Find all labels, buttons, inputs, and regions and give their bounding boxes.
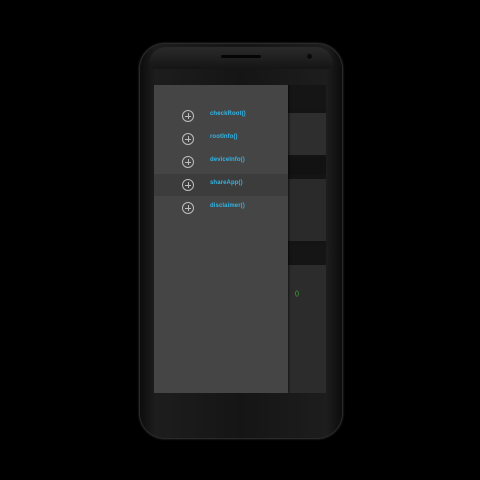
plus-circle-icon xyxy=(182,110,194,122)
plus-circle-icon xyxy=(182,133,194,145)
app-status-text: () xyxy=(295,291,299,297)
drawer-item-label: rootInfo() xyxy=(210,134,238,140)
app-card[interactable] xyxy=(288,179,326,241)
app-section-header xyxy=(288,157,326,175)
app-content xyxy=(288,265,326,393)
drawer-item-label: deviceInfo() xyxy=(210,157,245,163)
drawer-item-check-root[interactable]: checkRoot() xyxy=(154,105,288,127)
drawer-menu: checkRoot() rootInfo() deviceInfo() shar… xyxy=(154,105,288,220)
navigation-drawer: checkRoot() rootInfo() deviceInfo() shar… xyxy=(154,85,288,393)
drawer-item-share-app[interactable]: shareApp() xyxy=(154,174,288,196)
plus-circle-icon xyxy=(182,179,194,191)
drawer-item-device-info[interactable]: deviceInfo() xyxy=(154,151,288,173)
drawer-item-label: checkRoot() xyxy=(210,111,246,117)
drawer-item-root-info[interactable]: rootInfo() xyxy=(154,128,288,150)
phone-top-bezel xyxy=(149,47,333,69)
drawer-item-disclaimer[interactable]: disclaimer() xyxy=(154,197,288,219)
device-screen: () checkRoot() rootInfo() deviceInfo() s… xyxy=(154,85,326,393)
plus-circle-icon xyxy=(182,202,194,214)
app-section-header xyxy=(288,245,326,263)
plus-circle-icon xyxy=(182,156,194,168)
drawer-item-label: disclaimer() xyxy=(210,203,245,209)
earpiece-speaker xyxy=(221,55,261,58)
drawer-item-label: shareApp() xyxy=(210,180,243,186)
front-camera xyxy=(307,54,312,59)
app-card[interactable] xyxy=(288,113,326,155)
app-action-bar xyxy=(288,85,326,107)
